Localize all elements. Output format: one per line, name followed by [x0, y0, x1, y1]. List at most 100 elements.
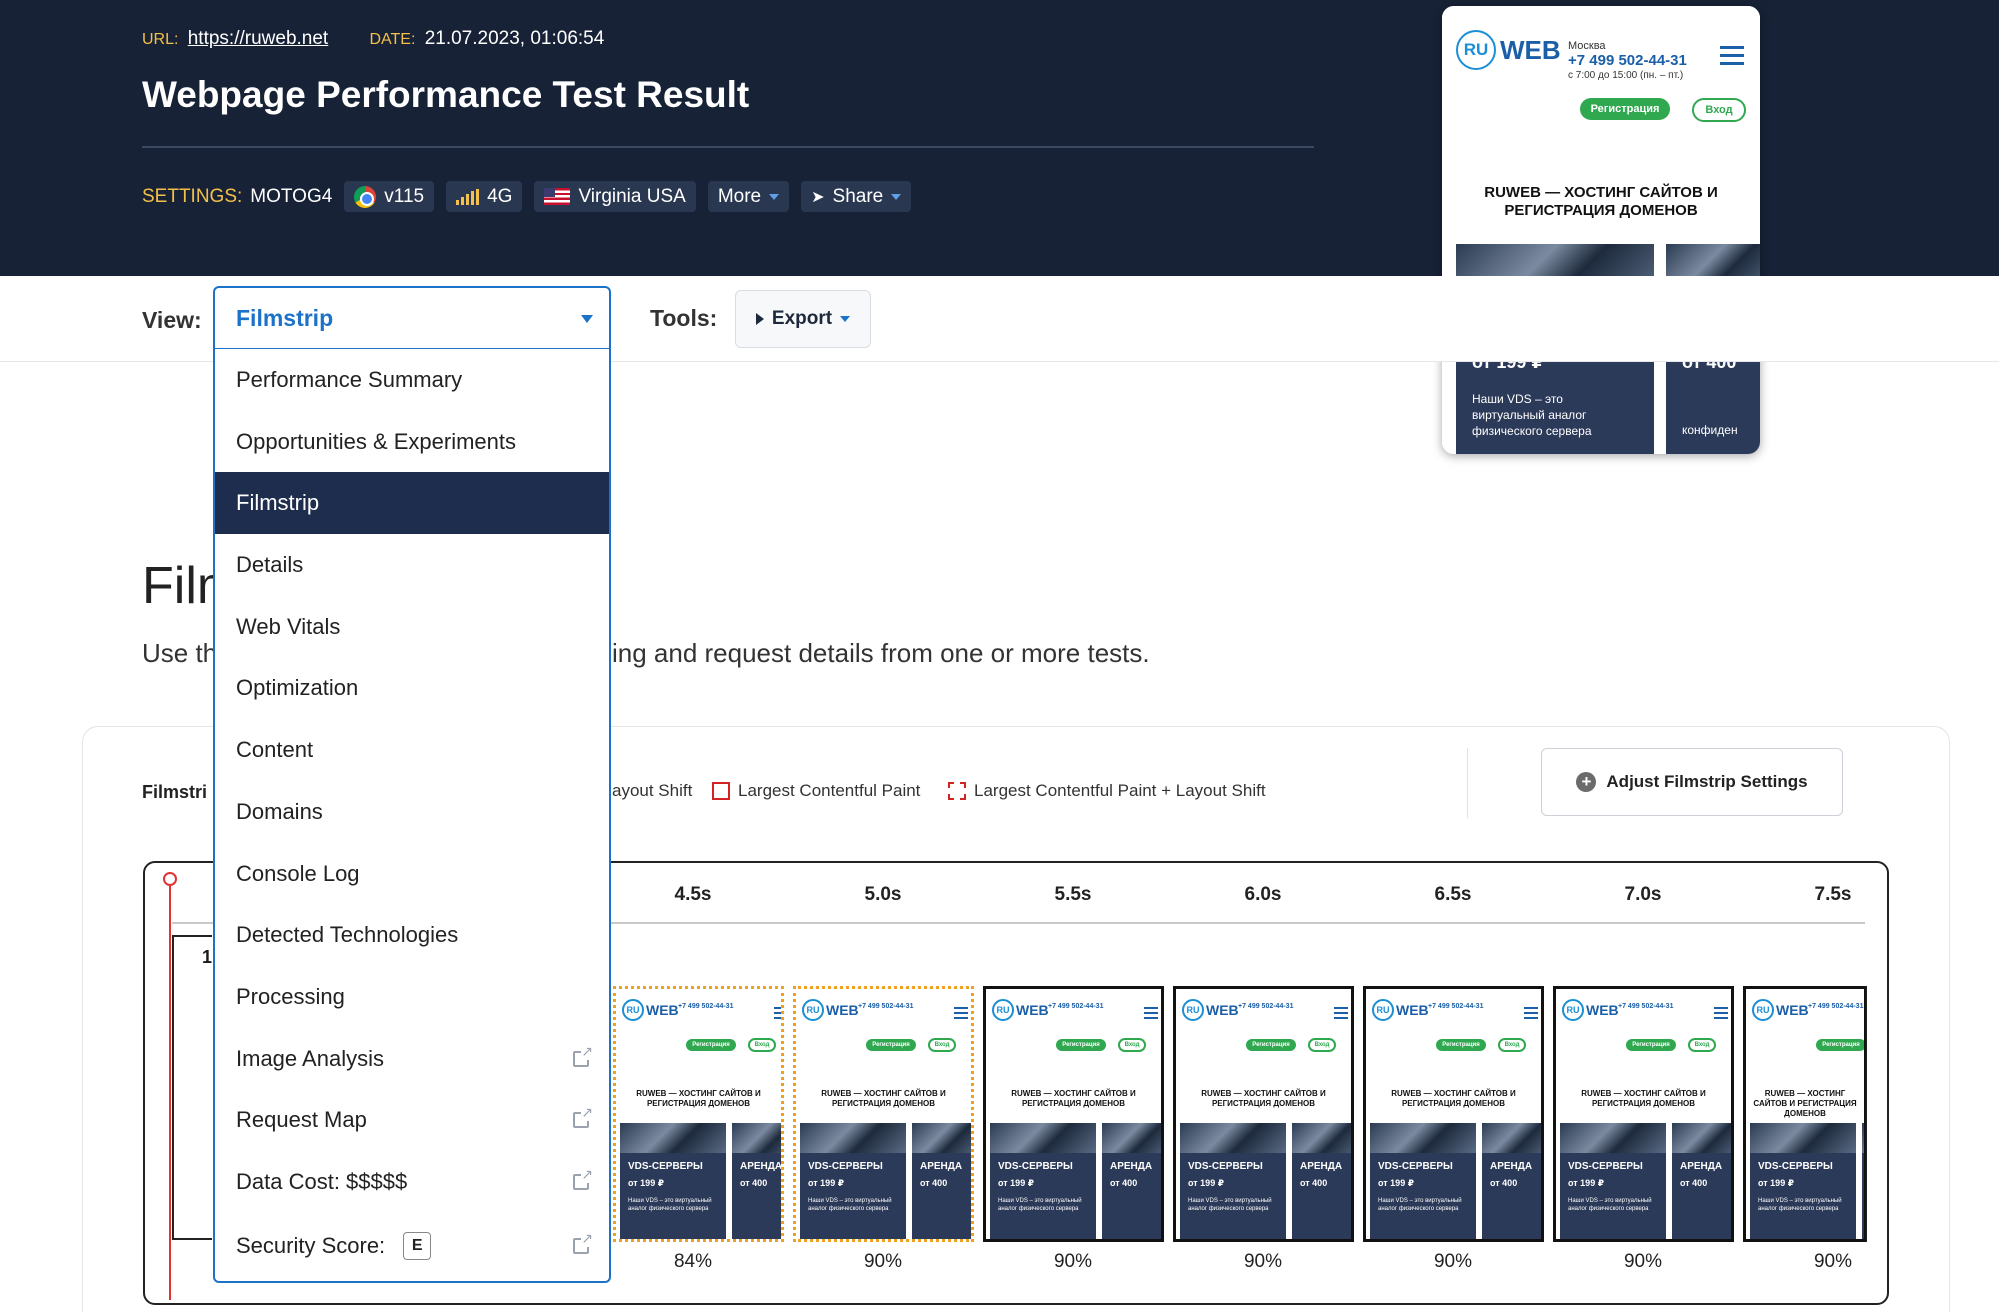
menu-icon [954, 1007, 968, 1019]
filmstrip-frame[interactable]: RUWEB+7 499 502-44-31РегистрацияВходRUWE… [1743, 986, 1867, 1242]
option-console-log[interactable]: Console Log [215, 843, 609, 905]
option-details[interactable]: Details [215, 534, 609, 596]
frame-time-label: 6.5s [1434, 884, 1472, 905]
legend-lcp: Largest Contentful Paint [712, 781, 920, 801]
frame-visual-progress: 90% [1623, 1251, 1663, 1272]
test-url-link[interactable]: https://ruweb.net [188, 28, 328, 49]
settings-label: SETTINGS: [142, 185, 243, 207]
frame-time-label: 5.0s [864, 884, 902, 905]
test-settings: SETTINGS: MOTOG4 v115 4G Virginia USA Mo… [142, 181, 923, 212]
ruweb-logo: RU WEB [1372, 999, 1429, 1021]
frame-screenshot: RUWEB+7 499 502-44-31РегистрацияВходRUWE… [1366, 989, 1541, 1239]
frame-screenshot: RUWEB+7 499 502-44-31РегистрацияВходRUWE… [796, 989, 971, 1239]
connection-pill: 4G [446, 181, 523, 212]
chrome-icon [354, 185, 377, 208]
option-image-analysis[interactable]: Image Analysis [215, 1028, 609, 1090]
page-root: URL: https://ruweb.net DATE: 21.07.2023,… [0, 0, 1999, 1312]
caret-down-icon [769, 193, 780, 200]
export-label: Export [771, 308, 833, 329]
thumb-city: Москва [1568, 40, 1606, 52]
menu-icon [1144, 1007, 1158, 1019]
option-domains[interactable]: Domains [215, 781, 609, 843]
browser-version: v115 [384, 185, 425, 207]
option-data-cost[interactable]: Data Cost: $$$$$ [215, 1151, 609, 1213]
option-opportunities-experiments[interactable]: Opportunities & Experiments [215, 411, 609, 473]
chevron-down-icon [581, 315, 593, 323]
legend-lcp-layout-shift: Largest Contentful Paint + Layout Shift [948, 781, 1266, 801]
plus-icon: + [1576, 772, 1597, 792]
filmstrip-frame[interactable]: RUWEB+7 499 502-44-31РегистрацияВходRUWE… [613, 986, 784, 1242]
option-request-map[interactable]: Request Map [215, 1089, 609, 1151]
option-content[interactable]: Content [215, 719, 609, 781]
frame-visual-progress: 90% [1813, 1251, 1853, 1272]
option-processing[interactable]: Processing [215, 966, 609, 1028]
filmstrip-frame[interactable]: RUWEB+7 499 502-44-31РегистрацияВходRUWE… [983, 986, 1164, 1242]
view-select[interactable]: Filmstrip [213, 286, 611, 350]
us-flag-icon [544, 188, 571, 205]
frame-time-label: 7.0s [1624, 884, 1662, 905]
filmstrip-frame[interactable]: RUWEB+7 499 502-44-31РегистрацияВходRUWE… [793, 986, 974, 1242]
frame-time-label: 6.0s [1244, 884, 1282, 905]
frame-visual-progress: 90% [1243, 1251, 1283, 1272]
location-pill: Virginia USA [534, 181, 696, 212]
frame-visual-progress: 90% [863, 1251, 903, 1272]
filmstrip-frame[interactable]: RUWEB+7 499 502-44-31РегистрацияВходRUWE… [1173, 986, 1354, 1242]
external-link-icon [573, 1166, 594, 1190]
page-screenshot-thumbnail[interactable]: RU WEB Москва +7 499 502-44-31 с 7:00 до… [1442, 6, 1760, 454]
menu-icon [774, 1007, 781, 1019]
external-link-icon [573, 1104, 594, 1128]
adjust-filmstrip-settings-button[interactable]: + Adjust Filmstrip Settings [1541, 748, 1843, 816]
frame-screenshot: RUWEB+7 499 502-44-31РегистрацияВходRUWE… [986, 989, 1161, 1239]
ruweb-logo: RU WEB [802, 999, 859, 1021]
frame-visual-progress: 90% [1433, 1251, 1473, 1272]
frame-screenshot: RUWEB+7 499 502-44-31РегистрацияВходRUWE… [1556, 989, 1731, 1239]
ruweb-logo: RU WEB [1182, 999, 1239, 1021]
view-label: View: [142, 307, 202, 333]
option-optimization[interactable]: Optimization [215, 657, 609, 719]
option-web-vitals[interactable]: Web Vitals [215, 596, 609, 658]
external-link-icon [573, 1230, 594, 1254]
option-filmstrip[interactable]: Filmstrip [215, 472, 609, 534]
filmstrip-frame[interactable]: RUWEB+7 499 502-44-31РегистрацияВходRUWE… [1553, 986, 1734, 1242]
url-label: URL: [142, 31, 179, 48]
tools-label: Tools: [650, 305, 718, 331]
legend-layout-shift: ayout Shift [612, 781, 693, 800]
frame-screenshot: RUWEB+7 499 502-44-31РегистрацияВходRUWE… [616, 989, 781, 1239]
thumb-register: Регистрация [1580, 98, 1670, 120]
ruweb-logo: RU WEB [622, 999, 679, 1021]
playhead-line[interactable] [169, 880, 171, 1300]
menu-icon [1714, 1007, 1728, 1019]
option-detected-technologies[interactable]: Detected Technologies [215, 904, 609, 966]
menu-icon [1720, 46, 1744, 65]
view-select-value: Filmstrip [236, 304, 334, 331]
frame-visual-progress: 90% [1053, 1251, 1093, 1272]
send-icon: ➤ [811, 188, 825, 206]
option-security-score[interactable]: Security Score: E [215, 1215, 609, 1277]
more-label: More [717, 185, 762, 207]
device-name: MOTOG4 [250, 185, 333, 207]
test-meta: URL: https://ruweb.net DATE: 21.07.2023,… [142, 28, 604, 50]
test-row-label: 1 [172, 935, 212, 1240]
play-icon [755, 313, 764, 325]
more-button[interactable]: More [707, 181, 790, 212]
thumb-login: Вход [1692, 98, 1746, 122]
page-title: Webpage Performance Test Result [142, 74, 750, 115]
export-button[interactable]: Export [735, 290, 871, 348]
menu-icon [1334, 1007, 1348, 1019]
frame-visual-progress: 84% [673, 1251, 713, 1272]
option-performance-summary[interactable]: Performance Summary [215, 349, 609, 411]
external-link-icon [573, 1043, 594, 1067]
security-grade-badge: E [403, 1232, 432, 1260]
share-button[interactable]: ➤ Share [801, 181, 912, 212]
filmstrip-frame[interactable]: RUWEB+7 499 502-44-31РегистрацияВходRUWE… [1363, 986, 1544, 1242]
ruweb-logo: RU WEB [1752, 999, 1809, 1021]
lcp-swatch-icon [712, 782, 730, 800]
scroll-fade [1865, 922, 1887, 1242]
filmstrip-legend-label: Filmstri [142, 782, 208, 802]
playhead-handle[interactable] [163, 872, 177, 886]
thumbnail-content: RU WEB Москва +7 499 502-44-31 с 7:00 до… [1442, 6, 1760, 454]
frame-time-label: 7.5s [1814, 884, 1852, 905]
share-label: Share [832, 185, 884, 207]
date-label: DATE: [369, 31, 416, 48]
browser-pill: v115 [344, 181, 435, 212]
